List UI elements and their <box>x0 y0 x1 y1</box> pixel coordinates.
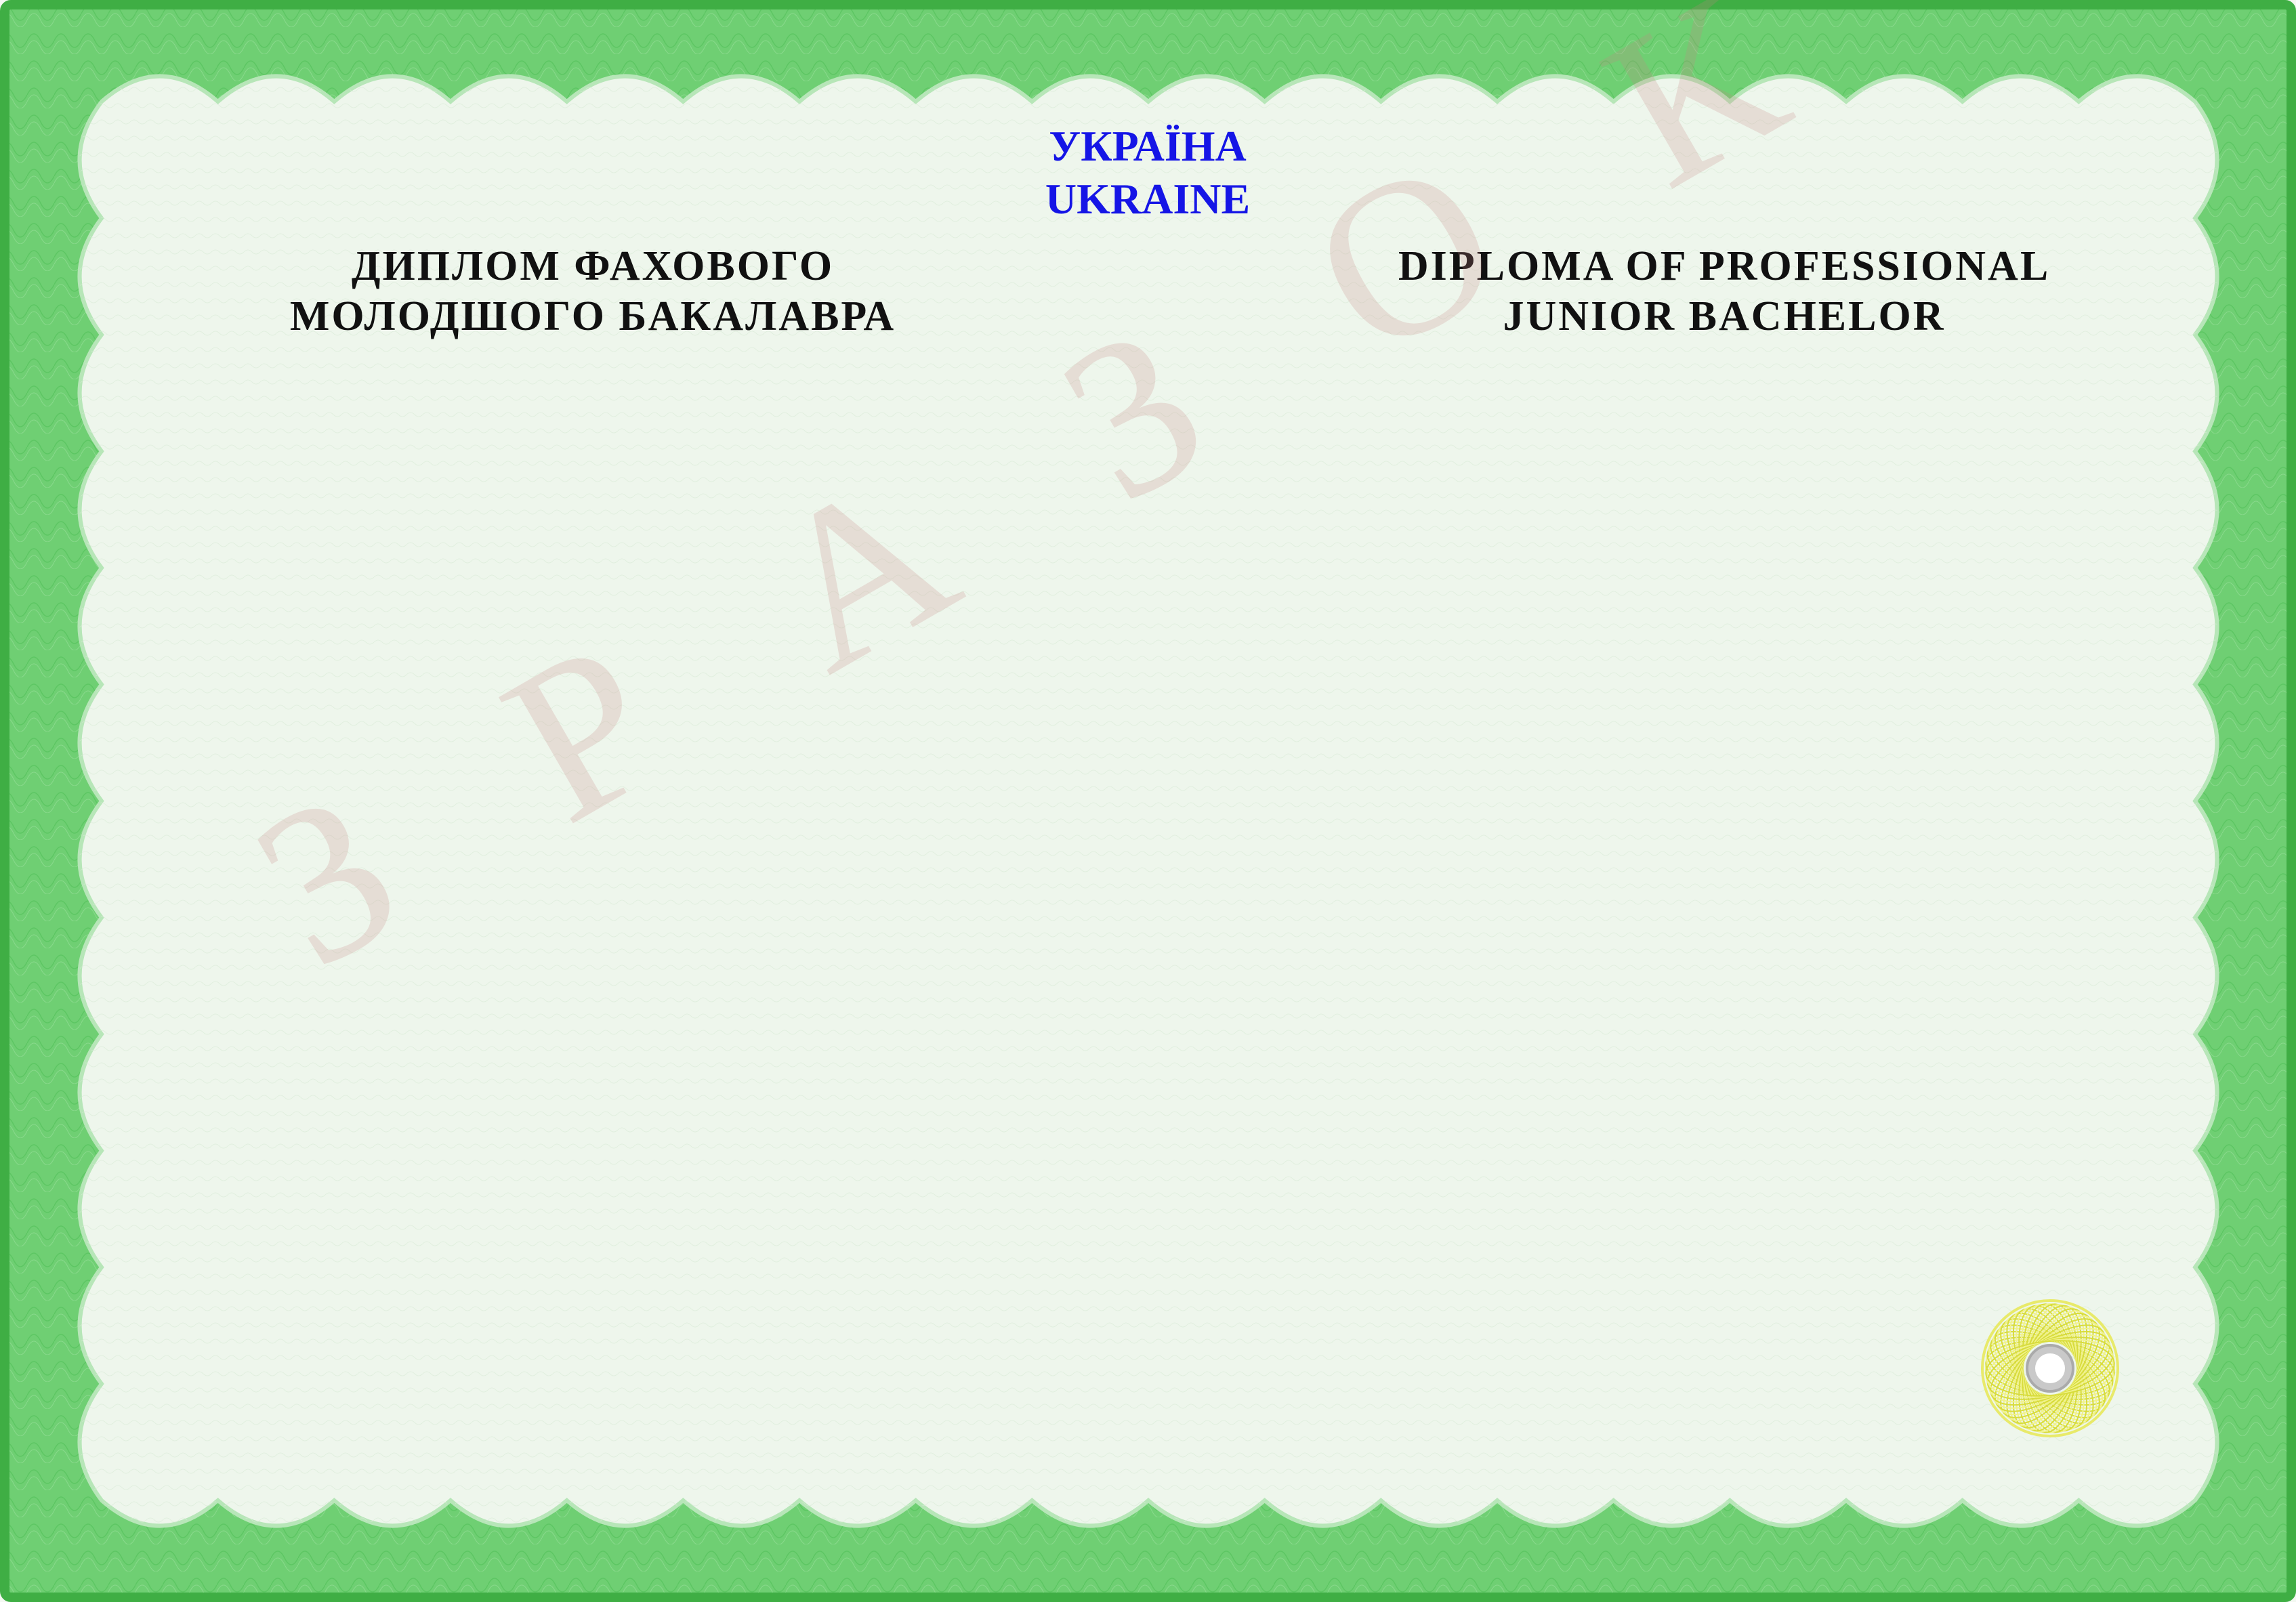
country-name-uk: УКРАЇНА <box>1049 122 1247 170</box>
diploma-title-uk-line2: МОЛОДШОГО БАКАЛАВРА <box>289 293 896 339</box>
holographic-seal-icon <box>1981 1299 2119 1437</box>
diploma-title-uk-line1: ДИПЛОМ ФАХОВОГО <box>351 243 835 289</box>
